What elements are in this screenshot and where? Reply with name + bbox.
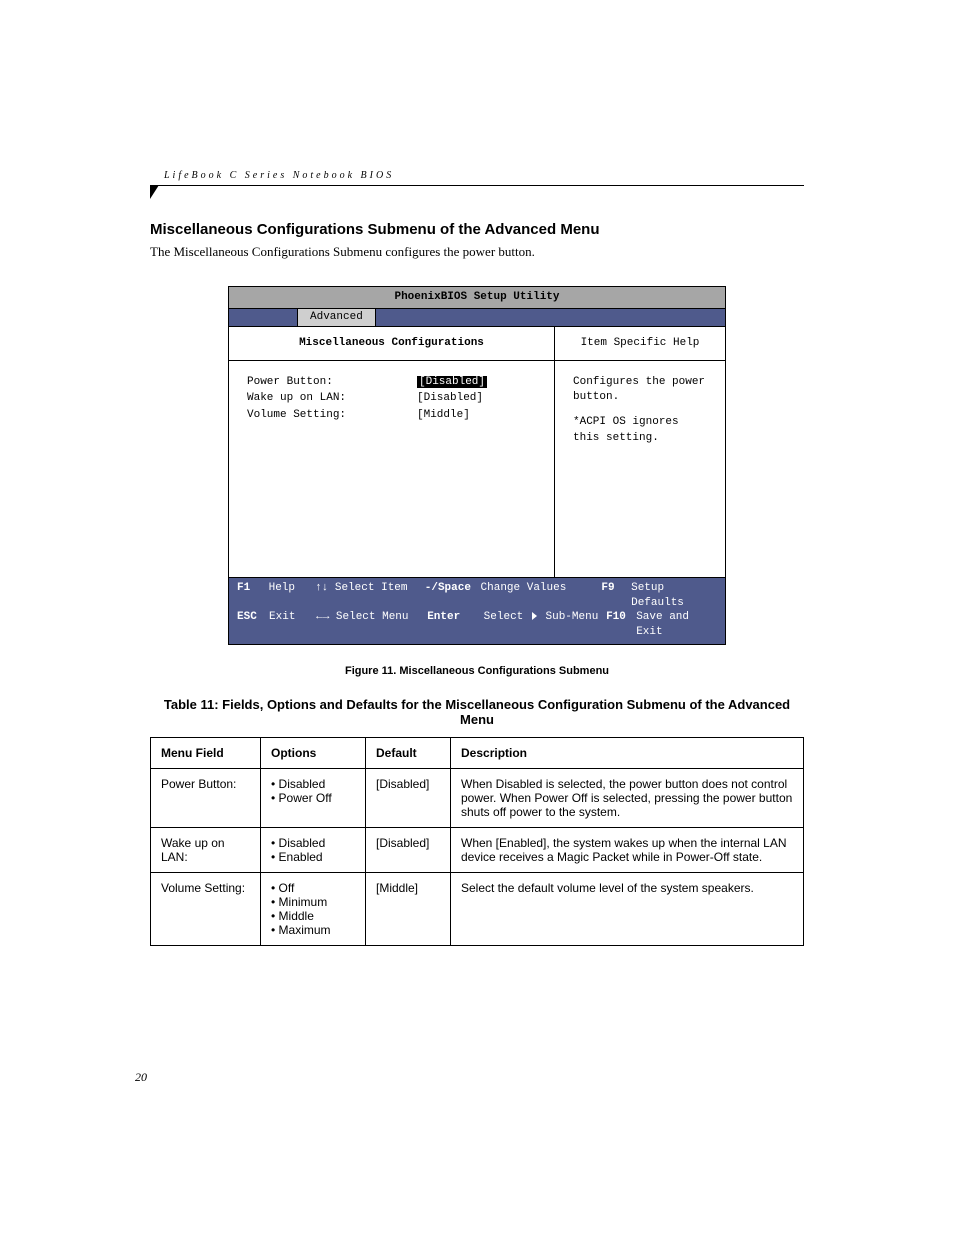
footer-key: F9 bbox=[601, 581, 631, 611]
th-options: Options bbox=[261, 738, 366, 769]
footer-action: Select Sub-Menu bbox=[484, 610, 606, 640]
option-item: Minimum bbox=[271, 895, 355, 909]
th-description: Description bbox=[451, 738, 804, 769]
cell-default: [Middle] bbox=[366, 873, 451, 946]
bios-row-volume[interactable]: Volume Setting: [Middle] bbox=[247, 408, 536, 423]
header-rule bbox=[150, 185, 804, 199]
cell-menu-field: Power Button: bbox=[151, 769, 261, 828]
footer-action: Setup Defaults bbox=[631, 581, 717, 611]
cell-options: OffMinimumMiddleMaximum bbox=[261, 873, 366, 946]
page-number: 20 bbox=[135, 1070, 147, 1085]
running-header: LifeBook C Series Notebook BIOS bbox=[150, 170, 804, 181]
option-item: Maximum bbox=[271, 923, 355, 937]
table-row: Wake up on LAN:DisabledEnabled[Disabled]… bbox=[151, 828, 804, 873]
table-row: Power Button:DisabledPower Off[Disabled]… bbox=[151, 769, 804, 828]
footer-key: -/Space bbox=[425, 581, 481, 611]
footer-key: ESC bbox=[237, 610, 269, 640]
bios-field-value: [Middle] bbox=[417, 408, 470, 423]
bios-field-value: [Disabled] bbox=[417, 391, 483, 406]
footer-action: Save and Exit bbox=[636, 610, 717, 640]
footer-key: F1 bbox=[237, 581, 269, 611]
option-item: Power Off bbox=[271, 791, 355, 805]
option-item: Disabled bbox=[271, 777, 355, 791]
bios-row-wake-on-lan[interactable]: Wake up on LAN: [Disabled] bbox=[247, 391, 536, 406]
footer-action: ↑↓ Select Item bbox=[315, 581, 425, 611]
footer-action: ←→ Select Menu bbox=[316, 610, 427, 640]
triangle-icon bbox=[150, 185, 159, 199]
intro-text: The Miscellaneous Configurations Submenu… bbox=[150, 244, 804, 260]
bios-screen: PhoenixBIOS Setup Utility Advanced Misce… bbox=[228, 286, 726, 645]
option-item: Enabled bbox=[271, 850, 355, 864]
cell-default: [Disabled] bbox=[366, 769, 451, 828]
table-row: Volume Setting:OffMinimumMiddleMaximum[M… bbox=[151, 873, 804, 946]
cell-menu-field: Wake up on LAN: bbox=[151, 828, 261, 873]
bios-row-power-button[interactable]: Power Button: [Disabled] bbox=[247, 375, 536, 390]
option-item: Middle bbox=[271, 909, 355, 923]
tab-advanced[interactable]: Advanced bbox=[297, 309, 376, 326]
cell-options: DisabledPower Off bbox=[261, 769, 366, 828]
cell-options: DisabledEnabled bbox=[261, 828, 366, 873]
footer-action: Help bbox=[269, 581, 315, 611]
bios-menu-bar: Advanced bbox=[229, 309, 725, 327]
th-default: Default bbox=[366, 738, 451, 769]
cell-description: Select the default volume level of the s… bbox=[451, 873, 804, 946]
bios-footer: F1 Help ↑↓ Select Item -/Space Change Va… bbox=[229, 577, 725, 644]
bios-field-value: [Disabled] bbox=[417, 376, 487, 388]
cell-description: When [Enabled], the system wakes up when… bbox=[451, 828, 804, 873]
option-item: Disabled bbox=[271, 836, 355, 850]
bios-field-label: Wake up on LAN: bbox=[247, 391, 417, 406]
help-text-line: Configures the power button. bbox=[573, 375, 707, 406]
cell-description: When Disabled is selected, the power but… bbox=[451, 769, 804, 828]
figure-caption: Figure 11. Miscellaneous Configurations … bbox=[150, 665, 804, 677]
footer-key: F10 bbox=[606, 610, 636, 640]
help-title: Item Specific Help bbox=[555, 327, 725, 361]
footer-key: Enter bbox=[427, 610, 483, 640]
cell-default: [Disabled] bbox=[366, 828, 451, 873]
bios-field-label: Power Button: bbox=[247, 375, 417, 390]
bios-field-label: Volume Setting: bbox=[247, 408, 417, 423]
triangle-right-icon bbox=[532, 612, 537, 620]
footer-action: Exit bbox=[269, 610, 316, 640]
footer-action: Change Values bbox=[481, 581, 602, 611]
th-menu-field: Menu Field bbox=[151, 738, 261, 769]
option-item: Off bbox=[271, 881, 355, 895]
table-title: Table 11: Fields, Options and Defaults f… bbox=[150, 697, 804, 727]
submenu-title: Miscellaneous Configurations bbox=[229, 327, 554, 361]
section-title: Miscellaneous Configurations Submenu of … bbox=[150, 221, 804, 238]
help-text-line: *ACPI OS ignores this setting. bbox=[573, 415, 707, 446]
fields-table: Menu Field Options Default Description P… bbox=[150, 737, 804, 946]
bios-title: PhoenixBIOS Setup Utility bbox=[229, 287, 725, 309]
cell-menu-field: Volume Setting: bbox=[151, 873, 261, 946]
